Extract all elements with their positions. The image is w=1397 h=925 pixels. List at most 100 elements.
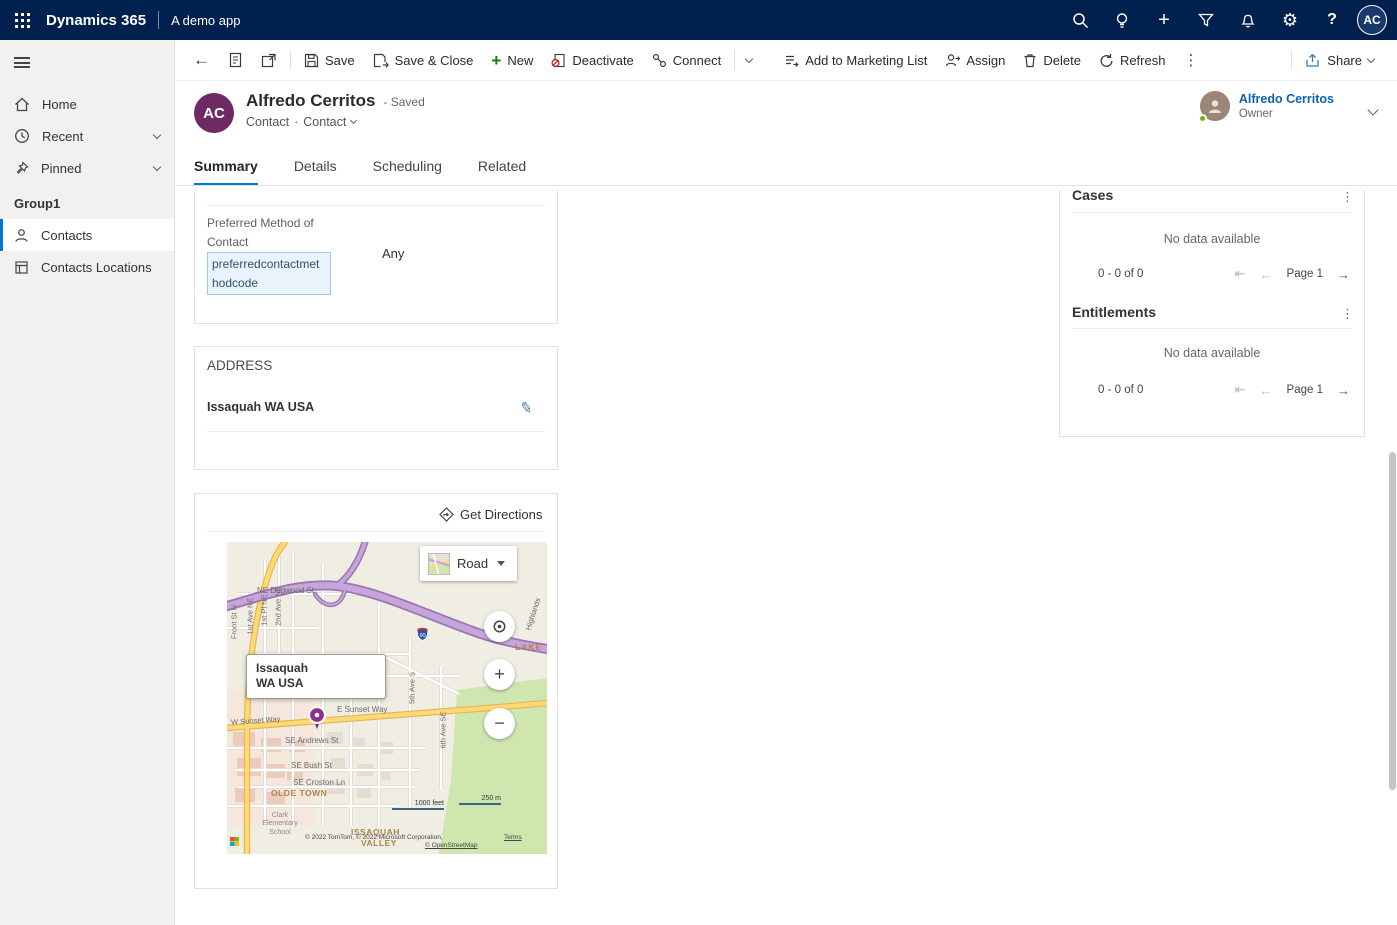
clock-icon [14, 128, 30, 144]
address-value[interactable]: Issaquah WA USA [207, 400, 314, 414]
svg-text:90: 90 [419, 633, 425, 639]
owner-avatar[interactable] [1200, 91, 1230, 121]
share-label: Share [1327, 53, 1362, 68]
deactivate-icon [551, 53, 566, 68]
vertical-scrollbar-thumb[interactable] [1389, 452, 1396, 790]
quick-create-plus-icon[interactable]: + [1143, 0, 1185, 40]
address-card-title: ADDRESS [207, 358, 272, 373]
bell-icon[interactable] [1227, 0, 1269, 40]
user-avatar[interactable]: AC [1357, 5, 1387, 35]
tab-scheduling[interactable]: Scheduling [373, 158, 442, 185]
form-selector[interactable]: Contact [303, 115, 346, 129]
help-icon[interactable]: ? [1311, 0, 1353, 40]
next-page-icon[interactable]: → [1337, 383, 1350, 398]
lightbulb-icon[interactable] [1101, 0, 1143, 40]
map-terms-link[interactable]: Terms [504, 834, 522, 841]
scale-meters-label: 250 m [482, 795, 501, 802]
map-street-label: Front St N [230, 605, 239, 639]
save-and-close-button[interactable]: Save & Close [364, 45, 483, 75]
topbar-actions: + ⚙ ? AC [1059, 0, 1397, 40]
connect-split-divider [734, 50, 735, 70]
sidebar-item-contacts-locations[interactable]: Contacts Locations [0, 251, 174, 283]
locate-target-icon [491, 618, 508, 635]
form-button[interactable] [219, 45, 252, 75]
sidebar-contacts-locations-label: Contacts Locations [41, 260, 160, 275]
user-avatar-initials: AC [1363, 13, 1380, 27]
next-page-icon[interactable]: → [1337, 267, 1350, 282]
map-copyright: © 2022 TomTom, © 2022 Microsoft Corporat… [305, 834, 443, 841]
save-button[interactable]: Save [295, 45, 364, 75]
refresh-button[interactable]: Refresh [1090, 45, 1175, 75]
popout-button[interactable] [252, 45, 286, 75]
owner-photo-icon [1206, 97, 1224, 115]
delete-button[interactable]: Delete [1014, 45, 1090, 75]
map-zoom-in-button[interactable]: + [484, 659, 515, 690]
map-style-selector[interactable]: Road [420, 546, 517, 581]
sidebar-item-home[interactable]: Home [0, 88, 174, 120]
hamburger-bars [14, 57, 30, 68]
hamburger-menu-icon[interactable] [0, 42, 174, 82]
sidebar-item-recent[interactable]: Recent [0, 120, 174, 152]
sidebar-recent-label: Recent [42, 129, 142, 144]
map-locate-button[interactable] [484, 611, 515, 642]
map-scale-feet: 1000 feet [392, 800, 444, 810]
recent-chevron-icon[interactable] [153, 130, 161, 138]
sidebar-item-contacts[interactable]: Contacts [0, 219, 174, 251]
first-page-icon[interactable]: ⇤ [1235, 266, 1246, 282]
previous-page-icon[interactable]: ← [1260, 383, 1273, 398]
connect-button[interactable]: Connect [643, 45, 730, 75]
header-collapse-chevron[interactable] [1369, 101, 1377, 119]
sidebar-item-pinned[interactable]: Pinned [0, 152, 174, 184]
form-selector-chevron[interactable] [350, 117, 357, 124]
edit-pencil-icon[interactable]: ✎ [519, 398, 535, 418]
new-label: New [507, 53, 533, 68]
record-avatar[interactable]: AC [194, 93, 234, 133]
tab-details[interactable]: Details [294, 158, 337, 185]
tab-summary[interactable]: Summary [194, 158, 258, 185]
first-page-icon[interactable]: ⇤ [1235, 382, 1246, 398]
add-marketing-label: Add to Marketing List [805, 53, 927, 68]
cases-menu-dots[interactable]: ⋮ [1341, 190, 1354, 205]
assign-button[interactable]: Assign [936, 45, 1014, 75]
new-button[interactable]: + New [482, 45, 542, 75]
main-pane: ← Save Save & Close + New Deactivate Con… [176, 40, 1397, 925]
share-button[interactable]: Share [1296, 45, 1383, 75]
add-to-marketing-list-button[interactable]: Add to Marketing List [775, 45, 936, 75]
zoom-in-icon: + [494, 664, 505, 685]
bing-map[interactable]: 90 NE Dogwood St E Sunset Way W Sunset W… [227, 542, 547, 854]
connect-label: Connect [673, 53, 721, 68]
contact-info-card: Preferred Method of Contact preferredcon… [194, 190, 558, 324]
pin-icon [14, 161, 29, 176]
chevron-down-icon [745, 54, 753, 62]
waffle-menu-icon[interactable] [0, 0, 44, 40]
map-lake-label: LAKE T [515, 642, 547, 652]
get-directions-button[interactable]: Get Directions [439, 507, 542, 522]
cases-record-range: 0 - 0 of 0 [1098, 268, 1143, 280]
tab-related[interactable]: Related [478, 158, 526, 185]
entitlements-menu-dots[interactable]: ⋮ [1341, 306, 1354, 322]
deactivate-button[interactable]: Deactivate [542, 45, 642, 75]
owner-name-link[interactable]: Alfredo Cerritos [1239, 92, 1334, 106]
chevron-down-icon [1367, 104, 1378, 115]
topbar-divider [158, 11, 159, 29]
zoom-out-icon: − [494, 713, 505, 734]
search-icon[interactable] [1059, 0, 1101, 40]
map-street-label: 1st Ave NE [246, 598, 255, 635]
app-name[interactable]: A demo app [171, 13, 240, 28]
connect-icon [652, 53, 667, 68]
pinned-chevron-icon[interactable] [153, 162, 161, 170]
sidebar-home-label: Home [42, 97, 160, 112]
entitlements-pagination: ⇤ ← Page 1 → [1235, 382, 1350, 398]
previous-page-icon[interactable]: ← [1260, 267, 1273, 282]
connect-dropdown-chevron[interactable] [739, 45, 759, 75]
back-button[interactable]: ← [184, 45, 219, 75]
filter-funnel-icon[interactable] [1185, 0, 1227, 40]
map-zoom-out-button[interactable]: − [484, 708, 515, 739]
more-commands-button[interactable]: ⋮ [1174, 45, 1207, 75]
record-saved-status: - Saved [383, 95, 424, 109]
product-title[interactable]: Dynamics 365 [46, 12, 146, 29]
field-value[interactable]: Any [382, 246, 404, 261]
map-osm-link[interactable]: © OpenStreetMap [425, 842, 477, 849]
marketing-list-icon [784, 53, 799, 68]
gear-icon[interactable]: ⚙ [1269, 0, 1311, 40]
